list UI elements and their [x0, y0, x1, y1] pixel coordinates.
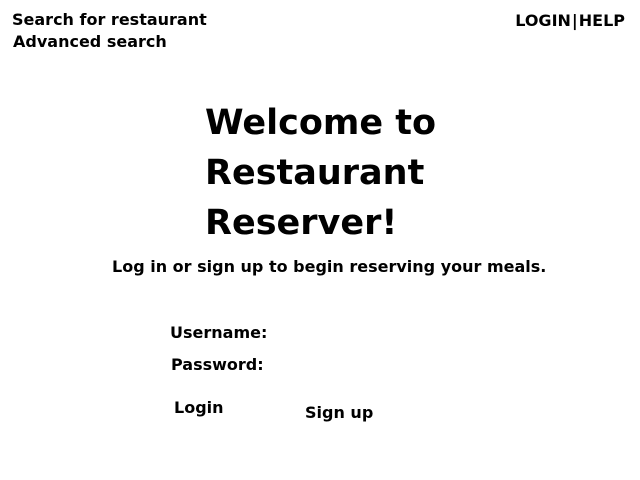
title-line-3: Reserver! [205, 203, 398, 243]
advanced-search-link[interactable]: Advanced search [13, 31, 167, 53]
login-link[interactable]: LOGIN [515, 11, 571, 30]
help-link[interactable]: HELP [579, 11, 625, 30]
username-label: Username: [170, 323, 268, 342]
title-line-1: Welcome to [205, 103, 437, 143]
password-label: Password: [171, 355, 264, 374]
title-line-2: Restaurant [205, 153, 425, 193]
nav-separator: | [571, 11, 578, 30]
login-button[interactable]: Login [174, 397, 224, 419]
search-restaurant-link[interactable]: Search for restaurant [12, 9, 207, 31]
top-right-nav: LOGIN|HELP [515, 10, 625, 32]
page-title: Welcome to Restaurant Reserver! [205, 98, 465, 248]
page-subtitle: Log in or sign up to begin reserving you… [112, 257, 547, 276]
signup-button[interactable]: Sign up [305, 402, 373, 424]
